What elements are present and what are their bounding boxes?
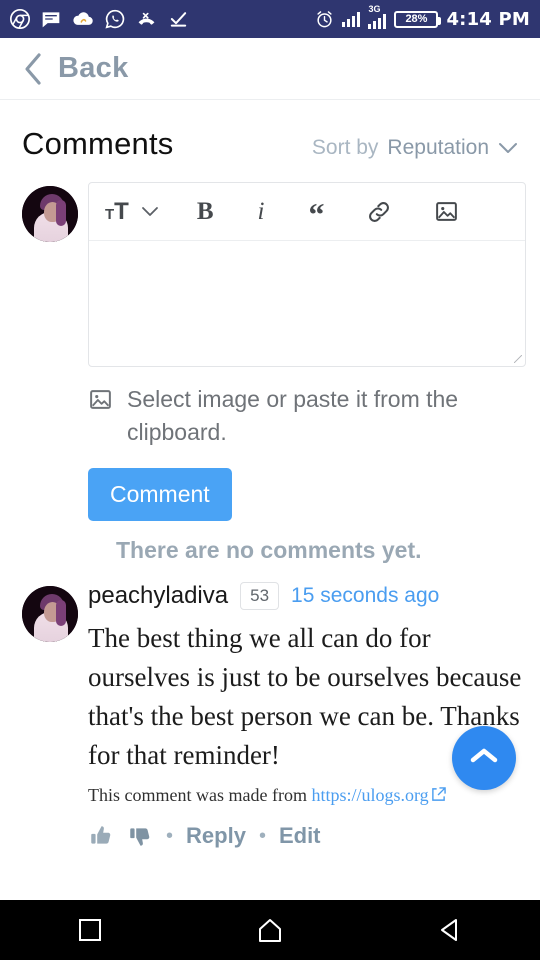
chevron-left-icon [22,52,44,86]
editor-box: TT B i “ [88,182,526,367]
battery-icon: 28% [394,10,442,28]
status-bar-right-icons: 3G 28% 4:14 PM [315,5,530,30]
back-bar[interactable]: Back [0,38,540,100]
text-size-small-label: T [105,205,115,223]
text-size-button[interactable]: TT [105,198,129,226]
submit-comment-button[interactable]: Comment [88,467,232,521]
status-bar-left-icons [10,9,315,29]
comment-source: This comment was made from https://ulogs… [88,785,526,807]
thumbs-down-icon[interactable] [127,823,153,849]
comment-editor-section: TT B i “ Select image or paste it from t… [0,170,540,564]
image-hint-row: Select image or paste it from the clipbo… [88,383,526,450]
textarea-resize-handle[interactable] [514,355,522,363]
comment-item: peachyladiva 53 15 seconds ago The best … [0,564,540,850]
cloud-upload-icon [72,9,94,29]
image-icon [88,387,113,421]
thumbs-up-icon[interactable] [88,823,114,849]
battery-percent-label: 28% [405,12,428,25]
compose-wrapper [89,241,525,366]
editor-toolbar: TT B i “ [89,183,525,241]
text-size-big-label: T [114,197,129,225]
comment-source-prefix: This comment was made from [88,785,307,806]
empty-comments-label: There are no comments yet. [116,536,422,563]
edit-button[interactable]: Edit [279,823,321,849]
comment-author[interactable]: peachyladiva [88,582,228,610]
checkmark-icon [168,9,189,29]
comment-textarea[interactable] [89,241,525,361]
sort-value-label: Reputation [387,136,489,159]
home-icon[interactable] [225,917,315,943]
comment-meta: peachyladiva 53 15 seconds ago [88,581,526,610]
bold-button[interactable]: B [197,198,214,226]
image-hint-label: Select image or paste it from the clipbo… [127,386,459,446]
square-recents-icon[interactable] [45,917,135,943]
quote-button[interactable]: “ [308,198,324,230]
status-bar: 3G 28% 4:14 PM [0,0,540,38]
network-type-label: 3G [368,4,381,14]
chevron-down-icon[interactable] [141,206,159,217]
sort-control[interactable]: Sort by Reputation [312,136,518,160]
editor-column: TT B i “ Select image or paste it from t… [88,182,526,564]
comment-body-column: peachyladiva 53 15 seconds ago The best … [88,581,526,850]
message-icon [41,9,61,29]
triangle-back-icon[interactable] [405,917,495,943]
page-content: Back Comments Sort by Reputation TT B i … [0,38,540,898]
comment-source-link[interactable]: https://ulogs.org [311,785,428,805]
comment-timestamp[interactable]: 15 seconds ago [291,584,439,608]
reply-button[interactable]: Reply [186,823,246,849]
sort-by-label: Sort by [311,136,379,159]
page-title: Comments [22,126,174,161]
alarm-icon [315,10,334,29]
chevron-up-icon [469,746,499,771]
link-icon[interactable] [366,199,392,225]
italic-button[interactable]: i [258,198,265,226]
system-nav-bar [0,900,540,960]
signal-bars-icon [342,11,361,27]
external-link-icon [431,786,446,807]
clock-label: 4:14 PM [446,8,530,30]
image-icon[interactable] [434,199,459,224]
avatar [22,585,78,642]
action-separator: • [166,824,174,847]
whatsapp-icon [105,9,125,29]
scroll-to-top-button[interactable] [452,726,516,790]
back-label: Back [58,52,129,84]
missed-call-icon [136,9,157,29]
comment-actions: • Reply • Edit [88,823,526,849]
chevron-down-icon [498,142,518,155]
comments-header: Comments Sort by Reputation [0,100,540,170]
reputation-badge: 53 [240,581,280,610]
avatar [22,186,78,242]
action-separator: • [258,824,266,847]
signal-bars-3g-icon: 3G [368,5,387,29]
chrome-icon [10,9,30,29]
